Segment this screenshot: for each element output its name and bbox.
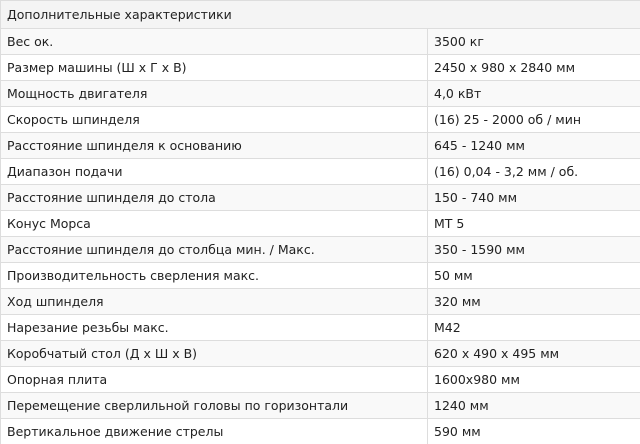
table-row: Расстояние шпинделя до столбца мин. / Ма… (0, 236, 640, 263)
table-row: Диапазон подачи (16) 0,04 - 3,2 мм / об. (0, 158, 640, 185)
table-row: Ход шпинделя 320 мм (0, 288, 640, 315)
table-row: Скорость шпинделя (16) 25 - 2000 об / мин (0, 106, 640, 133)
spec-value-cell: 645 - 1240 мм (427, 132, 640, 159)
spec-value-cell: M42 (427, 314, 640, 341)
spec-name-cell: Вертикальное движение стрелы (0, 418, 428, 444)
table-row: Размер машины (Ш х Г х В) 2450 x 980 x 28… (0, 54, 640, 81)
spec-value-cell: 620 x 490 x 495 мм (427, 340, 640, 367)
spec-name-cell: Расстояние шпинделя до стола (0, 184, 428, 211)
spec-name-cell: Перемещение сверлильной головы по горизо… (0, 392, 428, 419)
spec-value-cell: 50 мм (427, 262, 640, 289)
table-row: Перемещение сверлильной головы по горизо… (0, 392, 640, 419)
spec-name-cell: Диапазон подачи (0, 158, 428, 185)
spec-name-cell: Коробчатый стол (Д х Ш х В) (0, 340, 428, 367)
spec-name-cell: Расстояние шпинделя к основанию (0, 132, 428, 159)
spec-value-cell: 590 мм (427, 418, 640, 444)
spec-name-cell: Опорная плита (0, 366, 428, 393)
spec-name-cell: Производительность сверления макс. (0, 262, 428, 289)
spec-value-cell: 150 - 740 мм (427, 184, 640, 211)
table-row: Производительность сверления макс. 50 мм (0, 262, 640, 289)
spec-name-cell: Мощность двигателя (0, 80, 428, 107)
spec-name-cell: Скорость шпинделя (0, 106, 428, 133)
spec-value-cell: 1240 мм (427, 392, 640, 419)
spec-value-cell: (16) 0,04 - 3,2 мм / об. (427, 158, 640, 185)
spec-value-cell: MT 5 (427, 210, 640, 237)
spec-value-cell: 2450 x 980 x 2840 мм (427, 54, 640, 81)
spec-name-cell: Нарезание резьбы макс. (0, 314, 428, 341)
spec-name-cell: Конус Морса (0, 210, 428, 237)
table-header-row: Дополнительные характеристики (0, 0, 640, 29)
table-row: Расстояние шпинделя к основанию 645 - 124… (0, 132, 640, 159)
table-row: Конус Морса MT 5 (0, 210, 640, 237)
table-body: Вес ок. 3500 кг Размер машины (Ш х Г х В) 2… (0, 28, 640, 444)
spec-value-cell: (16) 25 - 2000 об / мин (427, 106, 640, 133)
spec-table: Дополнительные характеристики Вес ок. 350… (0, 0, 640, 444)
spec-name-cell: Ход шпинделя (0, 288, 428, 315)
spec-value-cell: 320 мм (427, 288, 640, 315)
spec-name-cell: Расстояние шпинделя до столбца мин. / Ма… (0, 236, 428, 263)
spec-value-cell: 3500 кг (427, 28, 640, 55)
spec-value-cell: 350 - 1590 мм (427, 236, 640, 263)
spec-name-cell: Вес ок. (0, 28, 428, 55)
table-row: Нарезание резьбы макс. M42 (0, 314, 640, 341)
spec-value-cell: 4,0 кВт (427, 80, 640, 107)
table-title: Дополнительные характеристики (0, 0, 640, 29)
table-row: Расстояние шпинделя до стола 150 - 740 мм (0, 184, 640, 211)
table-row: Вес ок. 3500 кг (0, 28, 640, 55)
table-row: Коробчатый стол (Д х Ш х В) 620 x 490 x 4… (0, 340, 640, 367)
table-row: Мощность двигателя 4,0 кВт (0, 80, 640, 107)
spec-value-cell: 1600x980 мм (427, 366, 640, 393)
table-row: Опорная плита 1600x980 мм (0, 366, 640, 393)
spec-name-cell: Размер машины (Ш х Г х В) (0, 54, 428, 81)
table-row: Вертикальное движение стрелы 590 мм (0, 418, 640, 444)
